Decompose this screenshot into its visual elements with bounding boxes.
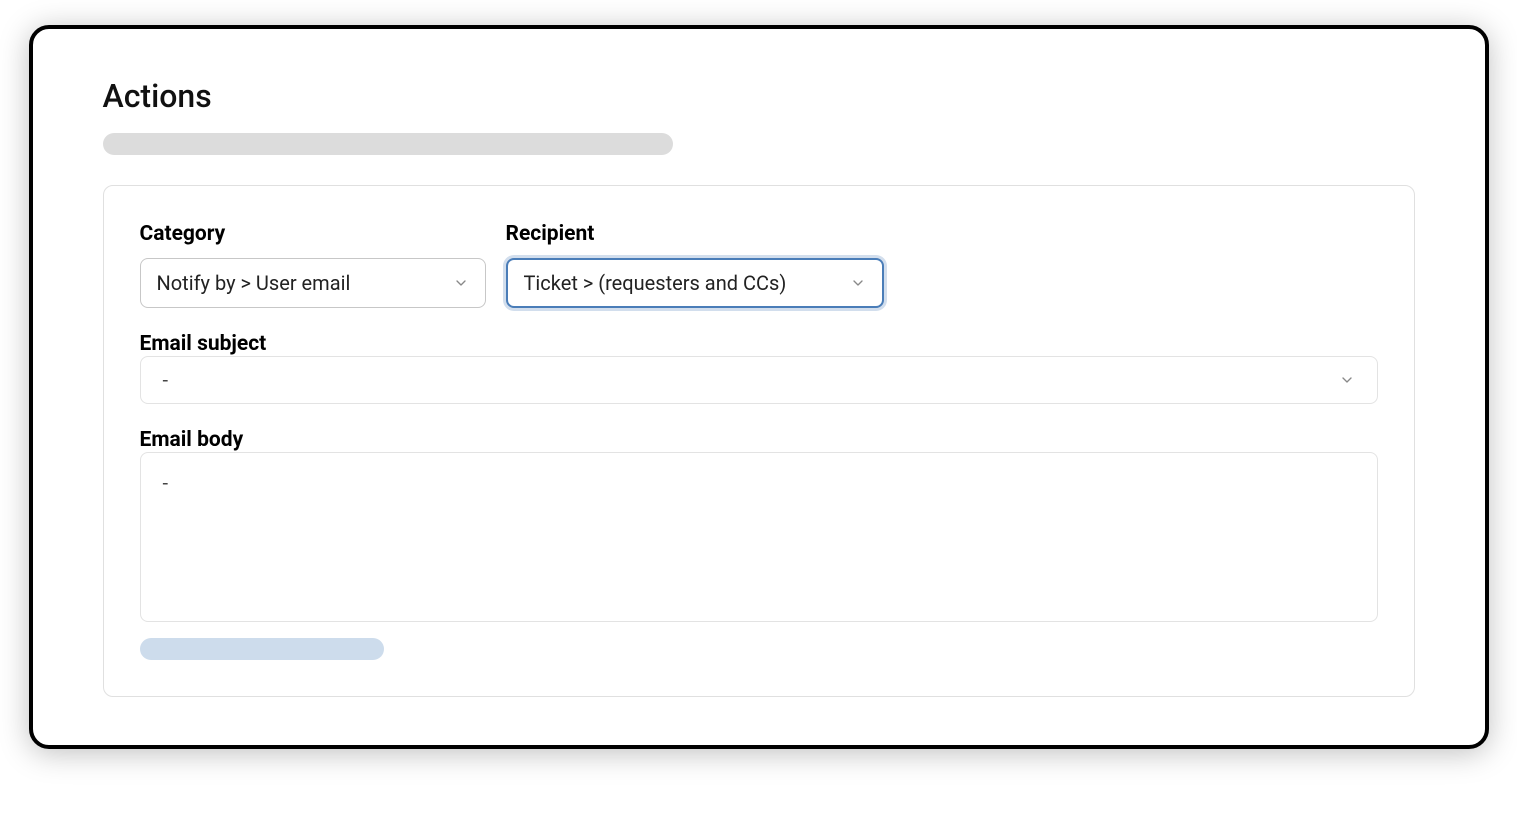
email-subject-select[interactable]: - <box>140 356 1378 404</box>
email-body-label: Email body <box>140 428 244 452</box>
actions-panel: Actions Category Notify by > User email … <box>29 25 1489 749</box>
email-subject-value: - <box>163 368 169 392</box>
email-body-field: Email body - <box>140 428 1378 626</box>
category-label: Category <box>140 222 486 246</box>
recipient-label: Recipient <box>506 222 884 246</box>
recipient-select[interactable]: Ticket > (requesters and CCs) <box>506 258 884 308</box>
top-row: Category Notify by > User email Recipien… <box>140 222 1378 308</box>
email-subject-label: Email subject <box>140 332 267 356</box>
category-field: Category Notify by > User email <box>140 222 486 308</box>
chevron-down-icon <box>453 275 469 291</box>
email-subject-field: Email subject - <box>140 332 1378 404</box>
chevron-down-icon <box>850 275 866 291</box>
recipient-value: Ticket > (requesters and CCs) <box>524 271 787 295</box>
page-title: Actions <box>103 77 1415 115</box>
email-body-textarea[interactable]: - <box>140 452 1378 622</box>
description-placeholder <box>103 133 673 155</box>
footer-placeholder <box>140 638 384 660</box>
category-select[interactable]: Notify by > User email <box>140 258 486 308</box>
action-card: Category Notify by > User email Recipien… <box>103 185 1415 697</box>
recipient-field: Recipient Ticket > (requesters and CCs) <box>506 222 884 308</box>
chevron-down-icon <box>1339 372 1355 388</box>
category-value: Notify by > User email <box>157 271 351 295</box>
